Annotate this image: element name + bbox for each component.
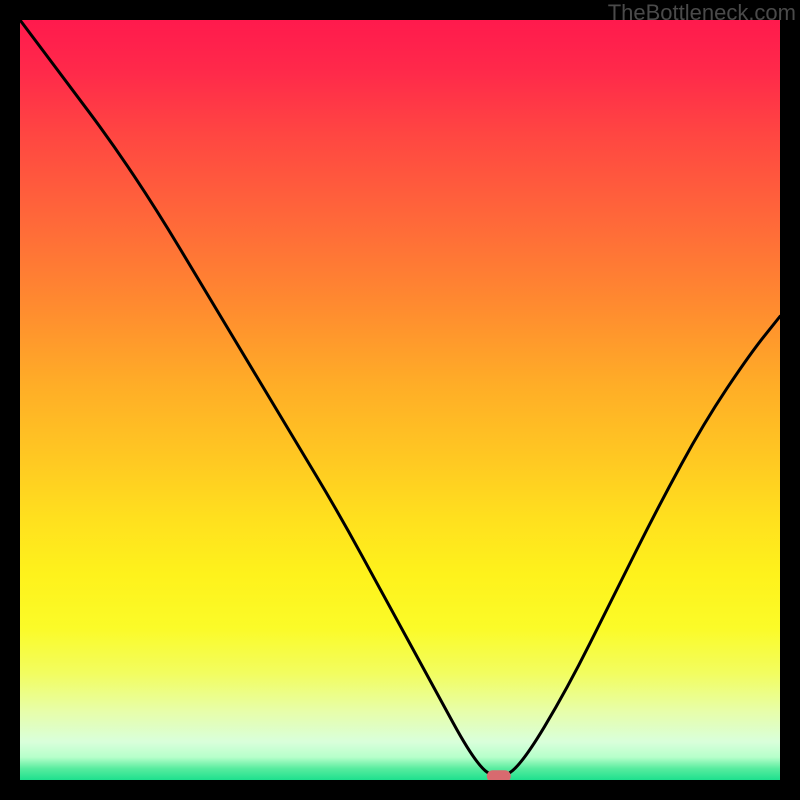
plot-area <box>20 20 780 780</box>
min-marker <box>487 770 511 780</box>
curve-layer <box>20 20 780 780</box>
chart-frame: TheBottleneck.com <box>0 0 800 800</box>
bottleneck-curve <box>20 20 780 776</box>
